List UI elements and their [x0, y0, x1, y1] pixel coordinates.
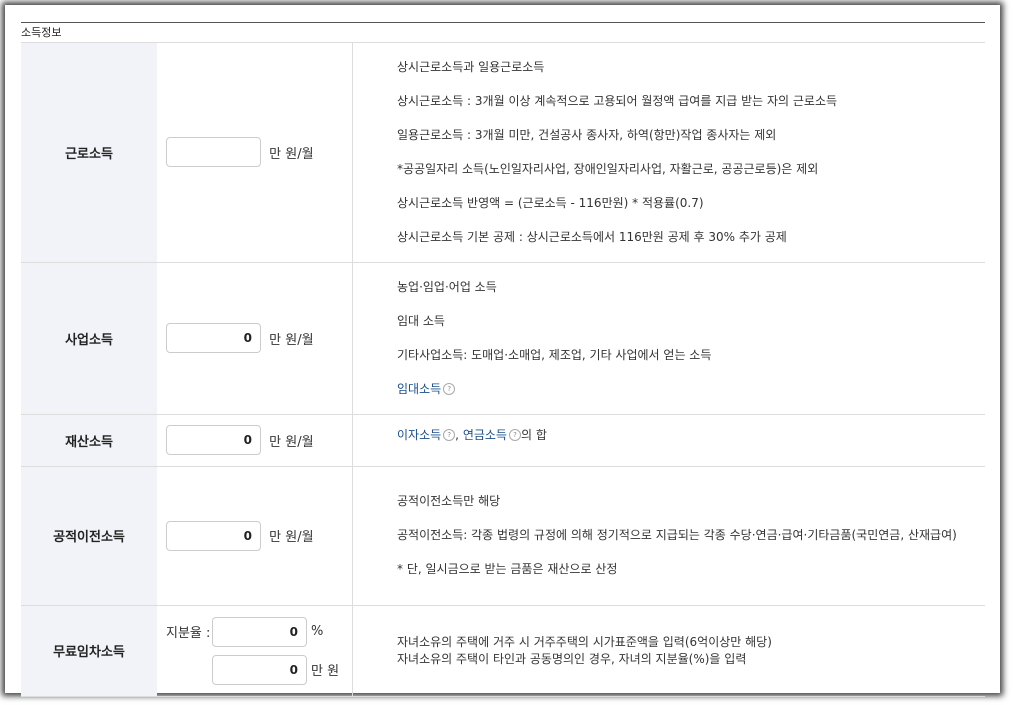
desc-line: 임대 소득 [397, 313, 445, 328]
desc-line: 자녀소유의 주택에 거주 시 거주주택의 시가표준액을 입력(6억이상만 해당) [397, 634, 772, 649]
business-income-label: 사업소득 [21, 262, 157, 415]
help-tooltip-icon[interactable]: ? [443, 428, 456, 441]
row-public-transfer-income: 공적이전소득 만 원/월 공적이전소득만 해당 공적이전소득: 각종 법령의 규… [21, 466, 985, 606]
public-transfer-income-input[interactable] [166, 520, 261, 551]
desc-line: * 단, 일시금으로 받는 금품은 재산으로 산정 [397, 562, 618, 576]
property-income-desc: 이자소득?, 연금소득? 의 합 [352, 414, 985, 467]
desc-line: 상시근로소득 반영액 = (근로소득 - 116만원) * 적용률(0.7) [397, 195, 704, 210]
rent-free-income-desc: 자녀소유의 주택에 거주 시 거주주택의 시가표준액을 입력(6억이상만 해당)… [352, 605, 985, 697]
earned-income-unit: 만 원/월 [269, 146, 314, 162]
suffix-text: 의 합 [520, 427, 547, 442]
business-income-desc: 농업·임업·어업 소득 임대 소득 기타사업소득: 도매업·소매업, 제조업, … [352, 262, 985, 415]
property-income-unit: 만 원/월 [269, 434, 314, 450]
desc-line: 임대소득? [397, 381, 985, 398]
separator: , [455, 427, 463, 442]
help-tooltip-icon[interactable]: ? [443, 382, 456, 395]
share-ratio-unit: % [311, 624, 324, 639]
business-income-unit: 만 원/월 [269, 332, 314, 348]
rent-free-amount-input[interactable] [212, 654, 307, 685]
row-rent-free-income: 무료임차소득 지분율 : % 만 원 자녀소유의 주택에 거주 시 거주주택의 … [21, 605, 985, 697]
row-property-income: 재산소득 만 원/월 이자소득?, 연금소득?의 합 [21, 414, 985, 467]
section-title: 소득정보 [21, 22, 985, 43]
desc-line: 상시근로소득 기본 공제 : 상시근로소득에서 116만원 공제 후 30% 추… [397, 229, 787, 244]
row-business-income: 사업소득 만 원/월 농업·임업·어업 소득 임대 소득 기타사업소득: 도매업… [21, 262, 985, 415]
desc-line: 상시근로소득 : 3개월 이상 계속적으로 고용되어 월정액 급여를 지급 받는… [397, 93, 838, 108]
public-transfer-income-unit: 만 원/월 [269, 530, 314, 545]
public-transfer-income-desc: 공적이전소득만 해당 공적이전소득: 각종 법령의 규정에 의해 정기적으로 지… [352, 466, 985, 606]
rent-free-amount-unit: 만 원 [311, 664, 340, 679]
row-earned-income: 근로소득 만 원/월 상시근로소득과 일용근로소득 상시근로소득 : 3개월 이… [21, 43, 985, 263]
desc-line: 공적이전소득만 해당 [397, 494, 501, 508]
business-income-input[interactable] [166, 323, 261, 353]
share-ratio-label: 지분율 : [166, 626, 211, 641]
window-frame: 소득정보 근로소득 만 원/월 상시근로소득과 일용근로소득 상시근로소득 : … [5, 5, 1000, 697]
desc-line: 이자소득?, 연금소득? 의 합 [397, 427, 985, 444]
earned-income-label: 근로소득 [21, 43, 157, 263]
desc-line: 공적이전소득: 각종 법령의 규정에 의해 정기적으로 지급되는 각종 수당·연… [397, 528, 957, 542]
income-form-table: 근로소득 만 원/월 상시근로소득과 일용근로소득 상시근로소득 : 3개월 이… [21, 43, 985, 697]
interest-income-link[interactable]: 이자소득 [397, 428, 441, 442]
desc-line: 일용근로소득 : 3개월 미만, 건설공사 종사자, 하역(항만)작업 종사자는… [397, 127, 777, 142]
rent-free-income-label: 무료임차소득 [21, 605, 157, 697]
rental-income-link[interactable]: 임대소득 [397, 382, 441, 396]
income-info-section: 소득정보 근로소득 만 원/월 상시근로소득과 일용근로소득 상시근로소득 : … [21, 22, 985, 697]
earned-income-input[interactable] [166, 137, 261, 168]
pension-income-link[interactable]: 연금소득 [463, 428, 507, 442]
share-ratio-input[interactable] [212, 616, 307, 647]
property-income-label: 재산소득 [21, 414, 157, 467]
public-transfer-income-label: 공적이전소득 [21, 466, 157, 606]
desc-line: *공공일자리 소득(노인일자리사업, 장애인일자리사업, 자활근로, 공공근로등… [397, 161, 819, 176]
property-income-input[interactable] [166, 425, 261, 455]
desc-line: 자녀소유의 주택이 타인과 공동명의인 경우, 자녀의 지분율(%)을 입력 [397, 651, 747, 666]
help-tooltip-icon[interactable]: ? [508, 428, 521, 441]
desc-line: 농업·임업·어업 소득 [397, 279, 497, 294]
desc-line: 상시근로소득과 일용근로소득 [397, 59, 545, 74]
earned-income-desc: 상시근로소득과 일용근로소득 상시근로소득 : 3개월 이상 계속적으로 고용되… [352, 43, 985, 263]
desc-line: 기타사업소득: 도매업·소매업, 제조업, 기타 사업에서 얻는 소득 [397, 347, 712, 362]
